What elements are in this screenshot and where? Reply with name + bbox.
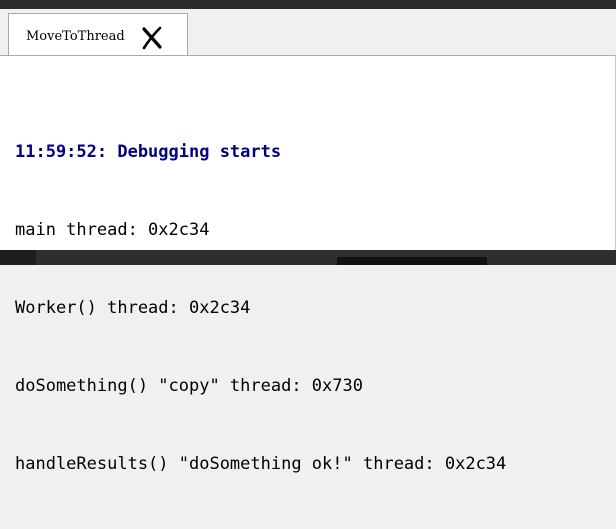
horizontal-scrollbar-thumb[interactable] — [337, 257, 487, 265]
application-output-pane: 11:59:52: Debugging starts main thread: … — [0, 55, 616, 474]
console-line-debug-start: 11:59:52: Debugging starts — [15, 142, 282, 162]
close-x-icon[interactable] — [141, 26, 163, 50]
window-top-bar — [0, 0, 616, 9]
console-line: Worker() thread: 0x2c34 — [15, 298, 251, 318]
bottom-bar — [0, 250, 616, 265]
console-line: main thread: 0x2c34 — [15, 220, 210, 240]
tab-label: MoveToThread — [26, 29, 125, 44]
tab-strip: MoveToThread — [0, 9, 616, 65]
bottom-bar-left-segment — [0, 250, 36, 265]
console-line: handleResults() "doSomething ok!" thread… — [15, 454, 507, 474]
console-output: 11:59:52: Debugging starts main thread: … — [15, 87, 506, 529]
console-line: doSomething() "copy" thread: 0x730 — [15, 376, 363, 396]
